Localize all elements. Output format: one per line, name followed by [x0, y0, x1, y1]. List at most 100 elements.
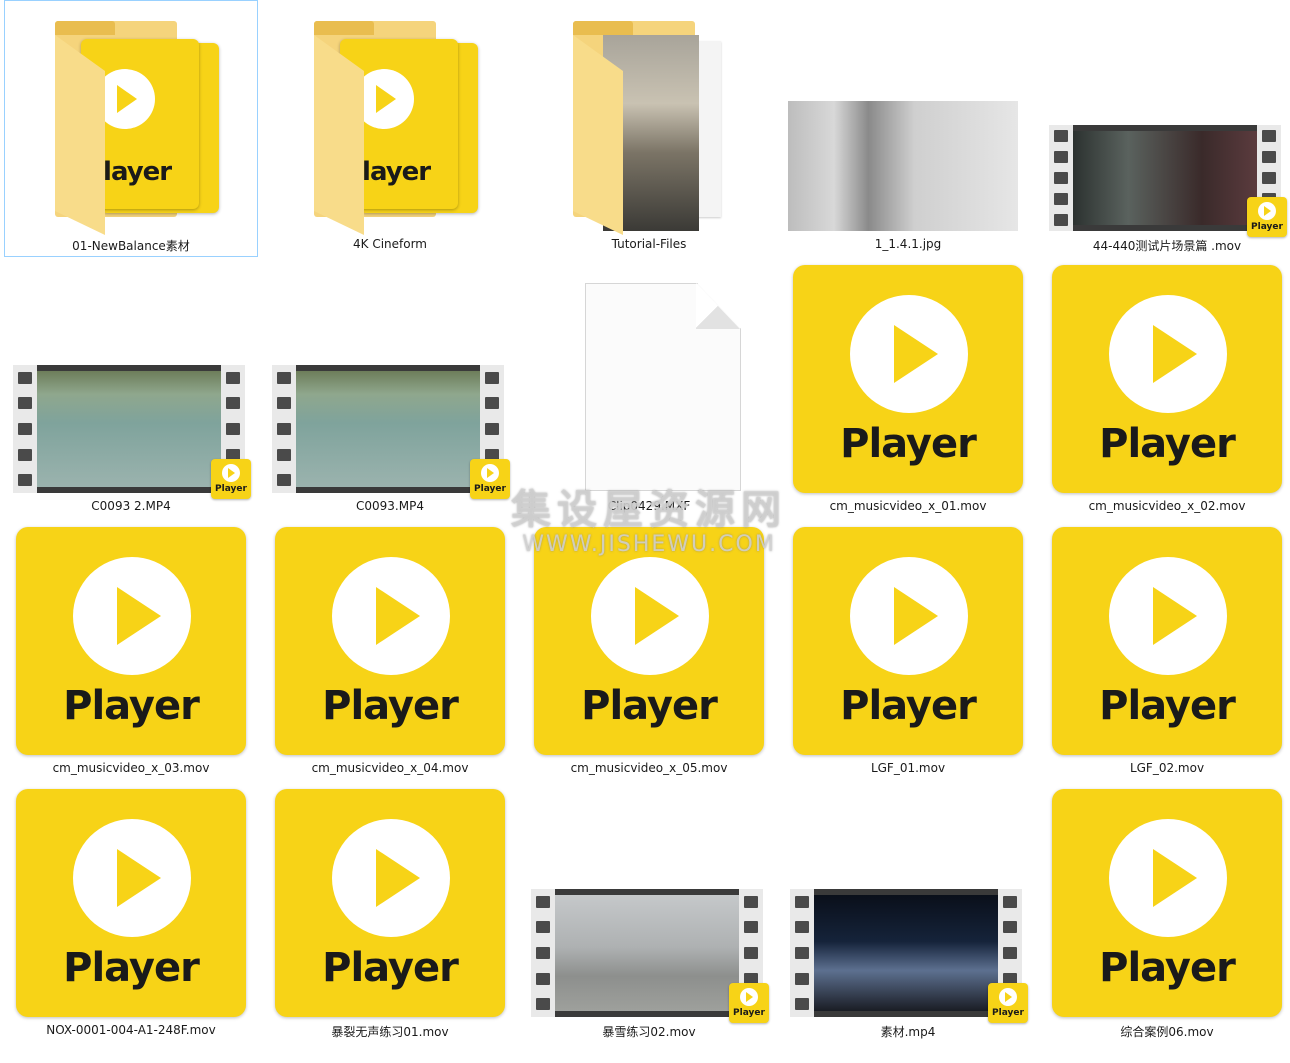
video-frame-image	[814, 895, 998, 1011]
file-item[interactable]: Player cm_musicvideo_x_05.mov	[522, 524, 776, 781]
player-badge-icon: Player	[1247, 197, 1287, 237]
player-app-icon: Player	[16, 789, 246, 1017]
play-triangle-icon	[376, 849, 420, 907]
file-thumbnail: Player	[1041, 263, 1290, 495]
play-circle-icon	[1109, 819, 1227, 937]
video-filmstrip-thumbnail: Player	[1049, 125, 1287, 237]
player-wordmark: Player	[63, 945, 200, 991]
file-item[interactable]: Player 综合案例06.mov	[1040, 786, 1290, 1043]
file-name-label: 44-440测试片场景篇 .mov	[1092, 239, 1242, 253]
file-thumbnail	[782, 1, 1036, 233]
file-name-label: cm_musicvideo_x_01.mov	[829, 499, 987, 513]
file-item[interactable]: 1_1.4.1.jpg	[781, 0, 1035, 257]
file-item[interactable]: PlayerPlayer 4K Cineform	[263, 0, 517, 257]
player-wordmark: Player	[322, 683, 459, 729]
image-thumbnail	[788, 101, 1018, 231]
file-name-label: 4K Cineform	[353, 237, 427, 251]
play-triangle-icon	[1153, 325, 1197, 383]
file-thumbnail: Player	[523, 787, 777, 1023]
player-wordmark: Player	[1099, 421, 1236, 467]
file-thumbnail: Player	[264, 787, 518, 1019]
folder-tab	[573, 21, 633, 35]
film-sprocket-left	[1049, 125, 1073, 231]
player-app-icon: Player	[793, 527, 1023, 755]
file-thumbnail: Player	[782, 525, 1036, 757]
file-item[interactable]: Player cm_musicvideo_x_01.mov	[781, 262, 1035, 519]
file-thumbnail: Player	[1041, 1, 1290, 237]
file-thumbnail	[523, 1, 777, 235]
film-sprocket-left	[13, 365, 37, 493]
file-grid: PlayerPlayer01-NewBalance素材PlayerPlayer4…	[0, 0, 1290, 1063]
play-circle-icon	[1109, 295, 1227, 413]
folder-tab	[314, 21, 374, 35]
player-wordmark: Player	[1099, 945, 1236, 991]
film-sprocket-left	[272, 365, 296, 493]
file-thumbnail: Player	[5, 525, 259, 757]
file-name-label: cm_musicvideo_x_04.mov	[311, 761, 469, 775]
file-item[interactable]: Player cm_musicvideo_x_04.mov	[263, 524, 517, 781]
file-item[interactable]: Player 素材.mp4	[781, 786, 1035, 1043]
play-triangle-icon	[117, 849, 161, 907]
player-app-icon: Player	[16, 527, 246, 755]
file-item[interactable]: Player LGF_01.mov	[781, 524, 1035, 781]
file-item[interactable]: Player 暴雪练习02.mov	[522, 786, 776, 1043]
file-thumbnail: PlayerPlayer	[264, 1, 518, 235]
play-triangle-icon	[487, 468, 494, 478]
file-name-label: 01-NewBalance素材	[72, 239, 190, 253]
play-triangle-icon	[1153, 587, 1197, 645]
player-app-icon: Player	[275, 789, 505, 1017]
play-circle-icon	[1109, 557, 1227, 675]
file-name-label: 综合案例06.mov	[1120, 1025, 1214, 1039]
play-circle-icon	[850, 557, 968, 675]
file-item[interactable]: Clip0429.MXF	[522, 262, 776, 519]
player-wordmark: Player	[322, 945, 459, 991]
play-triangle-icon	[635, 587, 679, 645]
play-circle-icon	[332, 819, 450, 937]
play-circle-icon	[999, 988, 1017, 1006]
file-item[interactable]: Player cm_musicvideo_x_03.mov	[4, 524, 258, 781]
player-wordmark: Player	[840, 421, 977, 467]
video-frame-image	[37, 371, 221, 487]
play-triangle-icon	[376, 85, 396, 113]
player-wordmark: Player	[840, 683, 977, 729]
file-name-label: cm_musicvideo_x_05.mov	[570, 761, 728, 775]
player-wordmark: Player	[1099, 683, 1236, 729]
file-item[interactable]: Player 暴裂无声练习01.mov	[263, 786, 517, 1043]
play-circle-icon	[1258, 202, 1276, 220]
file-item[interactable]: Player C0093.MP4	[263, 262, 517, 519]
file-name-label: cm_musicvideo_x_02.mov	[1088, 499, 1246, 513]
file-item[interactable]: Player LGF_02.mov	[1040, 524, 1290, 781]
file-thumbnail: PlayerPlayer	[5, 1, 259, 235]
video-frame-image	[296, 371, 480, 487]
player-badge-wordmark: Player	[733, 1008, 765, 1018]
file-name-label: 暴雪练习02.mov	[602, 1025, 696, 1039]
file-thumbnail: Player	[782, 263, 1036, 495]
file-item[interactable]: Player C0093 2.MP4	[4, 262, 258, 519]
file-item[interactable]: Player cm_musicvideo_x_02.mov	[1040, 262, 1290, 519]
file-item[interactable]: Player NOX-0001-004-A1-248F.mov	[4, 786, 258, 1043]
file-item[interactable]: Tutorial-Files	[522, 0, 776, 257]
file-name-label: 1_1.4.1.jpg	[874, 237, 942, 251]
player-badge-wordmark: Player	[474, 484, 506, 494]
file-name-label: NOX-0001-004-A1-248F.mov	[46, 1023, 216, 1037]
player-badge-icon: Player	[988, 983, 1028, 1023]
player-app-icon: Player	[793, 265, 1023, 493]
play-triangle-icon	[894, 587, 938, 645]
file-name-label: Clip0429.MXF	[607, 499, 691, 513]
file-item[interactable]: PlayerPlayer 01-NewBalance素材	[4, 0, 258, 257]
file-name-label: 素材.mp4	[880, 1025, 936, 1039]
play-circle-icon	[591, 557, 709, 675]
folder-tab	[55, 21, 115, 35]
file-name-label: C0093.MP4	[356, 499, 424, 513]
file-item[interactable]: Player 44-440测试片场景篇 .mov	[1040, 0, 1290, 257]
file-thumbnail: Player	[264, 263, 518, 499]
play-triangle-icon	[746, 992, 753, 1002]
play-circle-icon	[73, 557, 191, 675]
film-sprocket-left	[531, 889, 555, 1017]
file-thumbnail: Player	[5, 263, 259, 499]
file-thumbnail: Player	[5, 787, 259, 1019]
video-filmstrip-thumbnail: Player	[272, 365, 510, 499]
file-thumbnail	[523, 263, 777, 495]
play-triangle-icon	[228, 468, 235, 478]
player-badge-icon: Player	[470, 459, 510, 499]
